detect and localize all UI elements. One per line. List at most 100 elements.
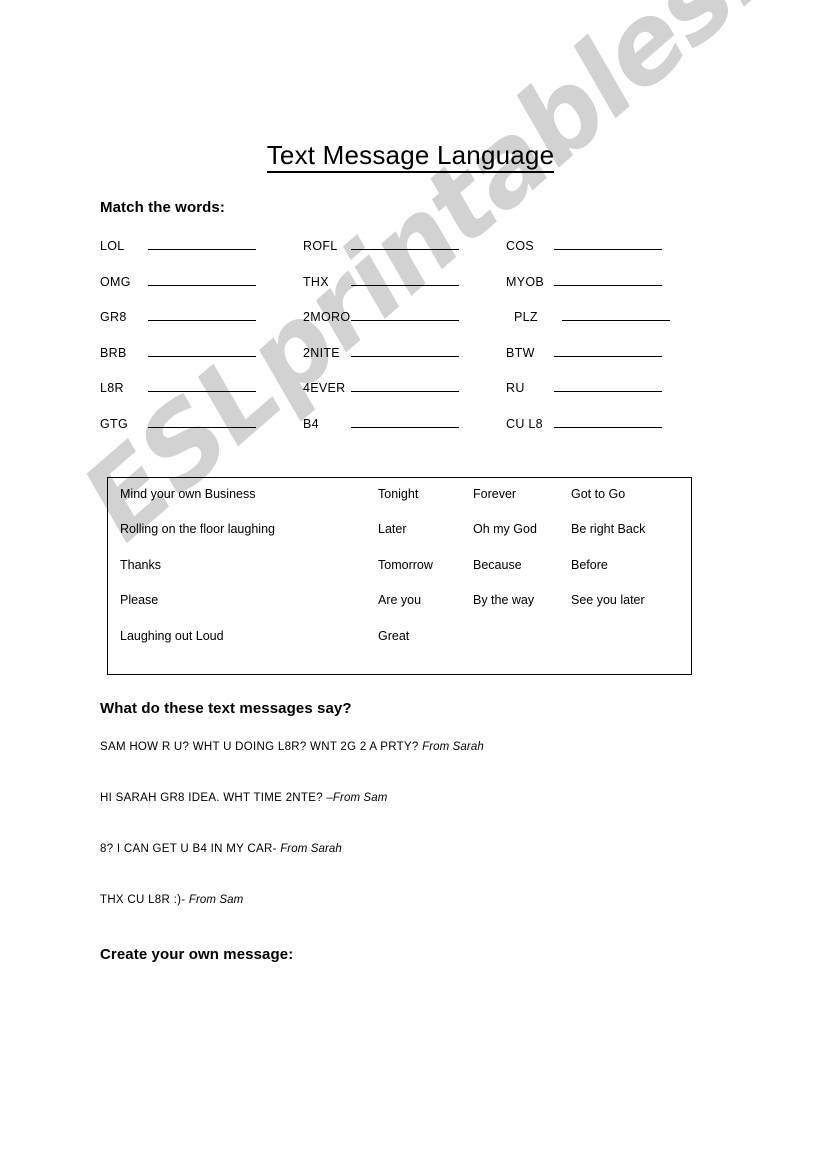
match-item-brb: BRB <box>100 345 303 360</box>
text-message-1: SAM HOW R U? WHT U DOING L8R? WNT 2G 2 A… <box>100 741 484 753</box>
match-row: L8R 4EVER RU <box>100 380 700 416</box>
section-heading-create: Create your own message: <box>100 946 294 963</box>
abbreviation-label: THX <box>303 274 329 289</box>
answer-blank[interactable] <box>148 380 256 392</box>
answer-blank[interactable] <box>351 380 459 392</box>
abbreviation-label: LOL <box>100 239 125 253</box>
answer-blank[interactable] <box>554 274 662 286</box>
match-row: GTG B4 CU L8 <box>100 416 700 452</box>
answer-blank[interactable] <box>148 416 256 428</box>
word-bank-item: Thanks <box>120 557 161 572</box>
abbreviation-label: PLZ <box>514 310 538 324</box>
match-item-omg: OMG <box>100 274 303 289</box>
abbreviation-label: ROFL <box>303 239 338 253</box>
answer-blank[interactable] <box>148 309 256 321</box>
message-attribution: From Sarah <box>280 843 342 855</box>
match-item-2moro: 2MORO <box>303 309 506 324</box>
word-bank-item: Before <box>571 557 608 572</box>
match-item-cos: COS <box>506 238 700 253</box>
word-bank-item: Forever <box>473 487 517 501</box>
message-attribution: From Sam <box>188 894 244 906</box>
word-bank-item: Rolling on the floor laughing <box>120 522 275 537</box>
match-row: LOL ROFL COS <box>100 238 700 274</box>
worksheet-page: ESLprintables.com Text Message Language … <box>0 0 821 1169</box>
text-message-4: THX CU L8R :)- From Sam <box>100 894 243 906</box>
abbreviation-label: RU <box>506 381 525 395</box>
word-bank-item: Great <box>378 628 410 643</box>
match-item-rofl: ROFL <box>303 238 506 253</box>
answer-blank[interactable] <box>148 274 256 286</box>
match-item-4ever: 4EVER <box>303 380 506 395</box>
word-bank-row: Laughing out Loud Great <box>120 629 690 664</box>
matching-exercise: LOL ROFL COS OMG THX MYOB GR8 2MORO PLZ … <box>100 238 700 451</box>
page-title-text: Text Message Language <box>266 140 555 173</box>
answer-blank[interactable] <box>148 238 256 250</box>
word-bank-item: Tomorrow <box>378 557 433 572</box>
page-title: Text Message Language <box>0 140 821 173</box>
section-heading-match: Match the words: <box>100 199 225 216</box>
word-bank-grid: Mind your own Business Tonight Forever G… <box>120 487 690 664</box>
message-body: SAM HOW R U? WHT U DOING L8R? WNT 2G 2 A… <box>100 741 423 753</box>
match-item-btw: BTW <box>506 345 700 360</box>
word-bank-item: Later <box>378 522 407 537</box>
match-item-thx: THX <box>303 274 506 289</box>
answer-blank[interactable] <box>351 274 459 286</box>
answer-blank[interactable] <box>554 238 662 250</box>
answer-blank[interactable] <box>554 345 662 357</box>
message-attribution: –From Sam <box>326 792 388 804</box>
match-item-ru: RU <box>506 380 700 395</box>
answer-blank[interactable] <box>351 345 459 357</box>
word-bank-item: Because <box>473 557 522 572</box>
word-bank-row: Please Are you By the way See you later <box>120 593 690 628</box>
message-body: HI SARAH GR8 IDEA. WHT TIME 2NTE? <box>100 792 327 804</box>
abbreviation-label: COS <box>506 239 534 253</box>
word-bank-item: Tonight <box>378 487 419 501</box>
match-row: OMG THX MYOB <box>100 274 700 310</box>
word-bank-item: By the way <box>473 593 535 608</box>
abbreviation-label: OMG <box>100 274 131 289</box>
word-bank-item: Are you <box>378 593 422 608</box>
abbreviation-label: B4 <box>303 416 319 431</box>
word-bank-item: Please <box>120 593 159 608</box>
word-bank-row: Thanks Tomorrow Because Before <box>120 558 690 593</box>
abbreviation-label: CU L8 <box>506 416 543 431</box>
abbreviation-label: BTW <box>506 345 535 360</box>
section-heading-messages: What do these text messages say? <box>100 700 352 717</box>
abbreviation-label: L8R <box>100 381 124 395</box>
message-attribution: From Sarah <box>422 741 484 753</box>
abbreviation-label: GR8 <box>100 310 127 324</box>
match-item-lol: LOL <box>100 238 303 253</box>
match-row: BRB 2NITE BTW <box>100 345 700 381</box>
word-bank-item: See you later <box>571 593 645 608</box>
match-item-myob: MYOB <box>506 274 700 289</box>
word-bank-item: Laughing out Loud <box>120 628 224 643</box>
word-bank-item: Be right Back <box>571 522 646 537</box>
word-bank-item: Mind your own Business <box>120 487 256 501</box>
abbreviation-label: GTG <box>100 416 128 431</box>
word-bank-item: Got to Go <box>571 487 626 501</box>
match-item-cul8: CU L8 <box>506 416 700 431</box>
answer-blank[interactable] <box>351 416 459 428</box>
answer-blank[interactable] <box>148 345 256 357</box>
match-item-plz: PLZ <box>506 309 700 324</box>
text-message-2: HI SARAH GR8 IDEA. WHT TIME 2NTE? –From … <box>100 792 387 804</box>
answer-blank[interactable] <box>351 309 459 321</box>
text-message-3: 8? I CAN GET U B4 IN MY CAR- From Sarah <box>100 843 342 855</box>
answer-blank[interactable] <box>562 309 670 321</box>
abbreviation-label: MYOB <box>506 274 545 289</box>
abbreviation-label: 2MORO <box>303 310 351 324</box>
word-bank-box: Mind your own Business Tonight Forever G… <box>107 477 692 675</box>
word-bank-item: Oh my God <box>473 522 537 537</box>
abbreviation-label: 4EVER <box>303 381 346 395</box>
match-item-2nite: 2NITE <box>303 345 506 360</box>
answer-blank[interactable] <box>351 238 459 250</box>
word-bank-row: Rolling on the floor laughing Later Oh m… <box>120 522 690 557</box>
match-item-b4: B4 <box>303 416 506 431</box>
answer-blank[interactable] <box>554 416 662 428</box>
answer-blank[interactable] <box>554 380 662 392</box>
match-item-gr8: GR8 <box>100 309 303 324</box>
message-body: 8? I CAN GET U B4 IN MY CAR- <box>100 843 281 855</box>
match-item-l8r: L8R <box>100 380 303 395</box>
abbreviation-label: BRB <box>100 345 127 360</box>
match-item-gtg: GTG <box>100 416 303 431</box>
